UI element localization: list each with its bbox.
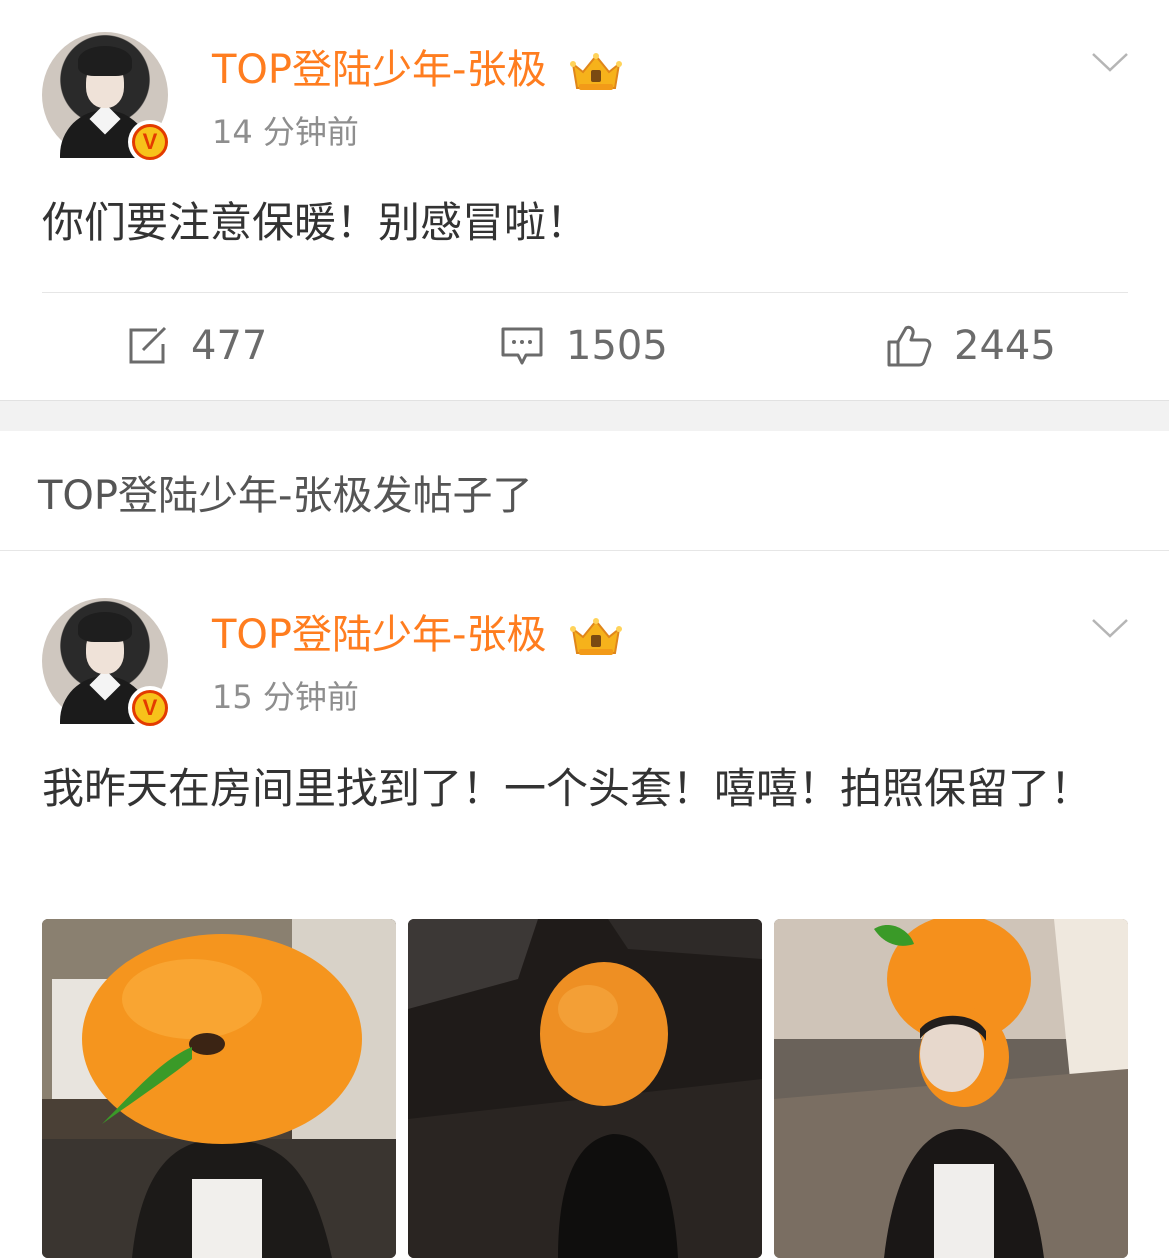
post-photo-1[interactable] [42,919,396,1258]
post-time: 15 分钟前 [212,678,359,716]
username-text: TOP登陆少年-张极 [212,47,547,93]
verified-badge-label: V [132,124,168,160]
like-button[interactable]: 2445 [886,322,1056,370]
repost-count: 477 [191,323,268,369]
crown-badge-icon [570,53,623,90]
post-time: 14 分钟前 [212,113,359,151]
photo-2-graphic [408,919,762,1258]
comment-icon [501,327,543,365]
repost-button[interactable]: 477 [127,322,267,370]
chevron-down-icon[interactable] [1090,50,1130,74]
chevron-down-icon[interactable] [1090,616,1130,640]
like-count: 2445 [954,323,1056,369]
post-photo-3[interactable] [774,919,1128,1258]
username[interactable]: TOP登陆少年-张极 [212,46,623,94]
comment-button[interactable]: 1505 [500,322,668,370]
photo-1-graphic [42,919,396,1258]
thumbs-up-icon [887,325,932,367]
avatar-hair-shape [78,612,132,642]
post-text: 你们要注意保暖！别感冒啦！ [42,198,589,247]
notice-text: TOP登陆少年-张极发帖子了 [38,473,533,519]
notice-bar[interactable]: TOP登陆少年-张极发帖子了 [0,431,1169,551]
verified-badge-label: V [132,690,168,726]
post-card-1[interactable]: V TOP登陆少年-张极 14 分钟前 你们要注意保暖！别感冒啦！ 477 15… [0,0,1169,400]
comment-count: 1505 [566,323,668,369]
divider [42,292,1128,293]
avatar-hair-shape [78,46,132,76]
verified-badge: V [128,120,172,164]
section-separator [0,400,1169,432]
post-text: 我昨天在房间里找到了！一个头套！嘻嘻！拍照保留了！ [42,764,1093,813]
photo-3-graphic [774,919,1128,1258]
repost-icon [129,326,167,364]
post-photo-2[interactable] [408,919,762,1258]
verified-badge: V [128,686,172,730]
username[interactable]: TOP登陆少年-张极 [212,611,623,659]
username-text: TOP登陆少年-张极 [212,612,547,658]
crown-badge-icon [570,618,623,655]
